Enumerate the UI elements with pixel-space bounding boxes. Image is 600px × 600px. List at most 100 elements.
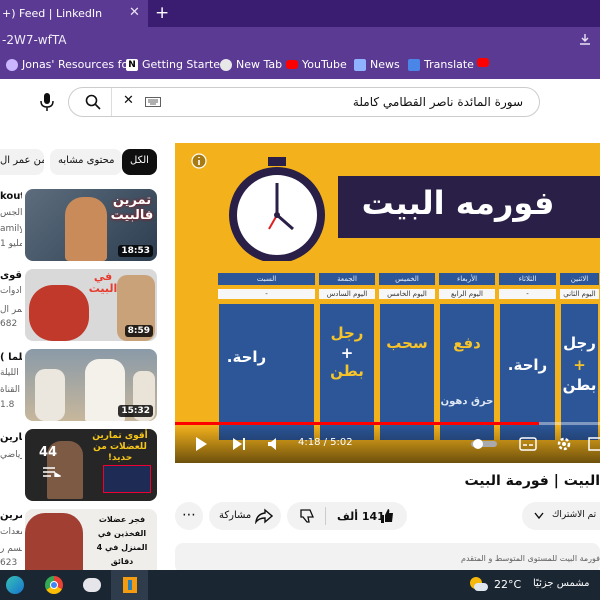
settings-icon[interactable] — [556, 436, 572, 452]
table-day: - — [217, 288, 316, 300]
side-title[interactable]: أقوى — [0, 270, 22, 281]
cell-text: رجل — [563, 334, 596, 352]
subscribe-label: تم الاشتراك — [552, 510, 597, 520]
cell-text: + — [573, 356, 586, 374]
description-text: فورمة البيت للمستوى المتوسط و المتقدم — [461, 554, 600, 563]
dislike-icon[interactable] — [299, 508, 315, 524]
clear-icon[interactable]: ✕ — [123, 93, 134, 108]
table-cell: دفع حرق دهون — [438, 302, 496, 442]
table-header: الثلاثاء — [498, 272, 557, 286]
side-title[interactable]: ( فلما — [0, 352, 22, 363]
cell-text: حرق دهون — [440, 396, 494, 407]
keyboard-icon[interactable] — [145, 97, 161, 107]
bookmark-label: New Tab — [236, 58, 283, 71]
video-thumbnail[interactable]: في البيت 8:59 — [25, 269, 157, 341]
thumbnail-caption: في البيت — [88, 270, 118, 295]
video-thumbnail[interactable]: 15:32 — [25, 349, 157, 421]
tab-linkedin[interactable]: +) Feed | LinkedIn ✕ — [0, 0, 148, 27]
play-icon[interactable] — [193, 436, 209, 452]
temperature: 22°C — [494, 578, 522, 591]
chrome-taskbar-icon[interactable] — [37, 570, 74, 600]
bookmark-news[interactable]: News — [354, 58, 400, 71]
side-meta: الجس — [0, 208, 22, 218]
tab-title: +) Feed | LinkedIn — [2, 7, 103, 20]
side-meta: 1 مليو — [0, 239, 22, 249]
translate-icon — [408, 58, 420, 71]
chip-all[interactable]: الكل — [122, 149, 157, 175]
info-icon[interactable] — [191, 153, 207, 169]
stopwatch-icon — [229, 157, 325, 261]
search-input[interactable]: سورة المائدة ناصر القطامي كاملة — [353, 95, 523, 109]
side-meta: amily — [0, 224, 22, 234]
cell-text: رجل — [330, 324, 364, 342]
table-header: السبت — [217, 272, 316, 286]
bookmarks-bar: Jonas' Resources fo... N Getting Started… — [0, 52, 600, 79]
close-icon[interactable]: ✕ — [129, 5, 140, 20]
side-title[interactable]: تمارين — [0, 432, 22, 443]
bookmark-translate[interactable]: Translate — [408, 58, 474, 71]
side-meta: جسم ر — [0, 544, 22, 554]
table-day: اليوم السادس — [318, 288, 376, 300]
bookmark-new-tab[interactable]: New Tab — [220, 58, 282, 71]
table-cell: رجل + بطن — [559, 302, 600, 442]
address-bar[interactable]: -2W7-wfTA — [0, 27, 600, 52]
schedule-table: الاثنين الثلاثاء الأربعاء الخميس الجمعة … — [217, 272, 600, 442]
youtube-icon — [477, 58, 489, 67]
share-icon — [255, 508, 273, 524]
chip-related[interactable]: محتوى مشابه — [50, 149, 123, 175]
side-meta: رياضي — [0, 450, 22, 460]
like-icon[interactable] — [379, 508, 395, 524]
video-title: البيت | فورمة البيت — [464, 473, 600, 489]
weather-icon — [468, 575, 488, 595]
subscribed-button[interactable]: تم الاشتراك — [522, 502, 600, 530]
chevron-down-icon — [534, 512, 544, 520]
cell-text: بطن — [330, 362, 364, 380]
bookmark-label: News — [370, 58, 400, 71]
description-box[interactable]: فورمة البيت للمستوى المتوسط و المتقدم — [175, 543, 600, 573]
subtitles-icon[interactable] — [519, 437, 537, 451]
side-meta: 1.8 — [0, 400, 15, 410]
share-button[interactable]: مشاركة — [209, 502, 281, 530]
neuron-image — [103, 465, 151, 493]
autoplay-toggle-icon[interactable] — [470, 438, 498, 450]
download-icon[interactable] — [578, 32, 592, 46]
search-bar[interactable]: ✕ سورة المائدة ناصر القطامي كاملة — [68, 87, 540, 117]
cell-text: راحة. — [507, 356, 548, 374]
volume-icon[interactable] — [267, 436, 283, 452]
side-title[interactable]: kout — [0, 191, 22, 202]
tab-strip: +) Feed | LinkedIn ✕ + — [0, 0, 600, 27]
app-taskbar-icon[interactable] — [74, 570, 111, 600]
like-count[interactable]: 141 ألف — [337, 510, 385, 523]
chip-from-channel[interactable]: من عمر ال — [0, 149, 44, 175]
side-meta: أدوات — [0, 286, 22, 296]
table-day: - — [498, 288, 557, 300]
video-duration: 15:32 — [118, 405, 153, 417]
bookmark-youtube[interactable]: YouTube — [286, 58, 347, 71]
new-tab-button[interactable]: + — [155, 3, 169, 23]
bookmark-label: YouTube — [302, 58, 347, 71]
app-taskbar-icon-active[interactable] — [111, 570, 148, 600]
table-header: الأربعاء — [438, 272, 496, 286]
edge-icon — [220, 58, 232, 71]
side-title[interactable]: تمرين — [0, 510, 22, 521]
cell-text: + — [340, 344, 354, 362]
more-actions-button[interactable]: ⋯ — [175, 502, 203, 530]
video-duration: 8:59 — [124, 325, 153, 337]
divider — [325, 507, 326, 525]
table-cell: راحة. — [217, 302, 316, 442]
miniplayer-icon[interactable] — [588, 436, 600, 452]
bookmark-youtube-2[interactable] — [477, 58, 489, 67]
person-figure — [35, 369, 65, 421]
search-icon[interactable] — [85, 94, 101, 110]
edge-taskbar-icon[interactable] — [0, 570, 37, 600]
bookmark-getting-started[interactable]: N Getting Started — [126, 58, 227, 71]
progress-bar[interactable] — [175, 422, 600, 425]
microphone-icon[interactable] — [38, 92, 56, 112]
bookmark-jonas[interactable]: Jonas' Resources fo... — [6, 58, 139, 71]
video-player[interactable]: فورمه البيت الاثنين الثلاثاء الأربعاء ال… — [175, 143, 600, 463]
video-thumbnail[interactable]: أقوى تمارين للعضلات من حديد! 44 — [25, 429, 157, 501]
table-cell: رجل + بطن — [318, 302, 376, 442]
next-icon[interactable] — [231, 436, 247, 452]
table-day: اليوم الرابع — [438, 288, 496, 300]
video-thumbnail[interactable]: تمرين فالبيت 18:53 — [25, 189, 157, 261]
